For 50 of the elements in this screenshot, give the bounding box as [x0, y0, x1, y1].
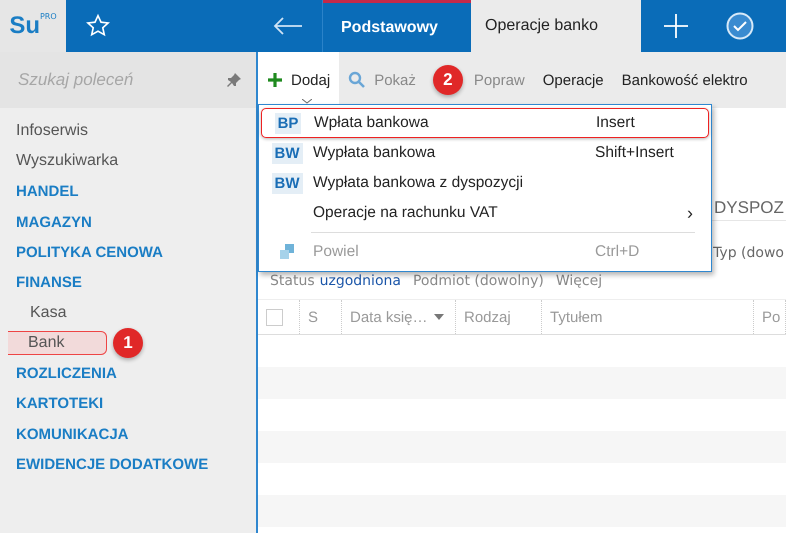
filter-link[interactable]: Więcej: [556, 273, 602, 289]
column-header[interactable]: Data księ…: [342, 300, 456, 334]
sidebar-item[interactable]: Infoserwis: [0, 120, 104, 142]
plus-icon: [267, 72, 283, 88]
document-type-icon: BW: [272, 142, 302, 164]
tab[interactable]: Operacje banko: [471, 0, 641, 52]
tab-label[interactable]: DYSPOZ: [714, 198, 786, 220]
toolbar-button[interactable]: Bankowość elektro: [612, 52, 757, 108]
sidebar-item[interactable]: MAGAZYN: [0, 212, 108, 233]
filter-link[interactable]: Podmiot (dowolny): [412, 273, 544, 289]
sidebar-item[interactable]: ROZLICZENIA: [0, 363, 133, 384]
sidebar-item[interactable]: Kasa: [0, 302, 82, 324]
document-type-icon: BP: [274, 112, 302, 134]
select-all-checkbox[interactable]: [266, 308, 283, 326]
menu-item[interactable]: Operacje na rachunku VAT ›: [261, 198, 709, 228]
step-badge: 2: [432, 65, 463, 95]
toolbar-button[interactable]: Popraw: [464, 52, 534, 108]
sidebar-item[interactable]: HANDEL: [0, 181, 94, 202]
filter-link[interactable]: Status uzgodniona: [270, 273, 401, 289]
check-circle-icon[interactable]: [725, 11, 755, 41]
menu-item[interactable]: BP Wpłata bankowa Insert: [261, 108, 709, 138]
search-icon: [348, 71, 366, 89]
step-badge: 1: [113, 328, 143, 358]
sidebar-item[interactable]: POLITYKA CENOWA: [0, 242, 179, 263]
chevron-icon: [302, 99, 312, 104]
column-header[interactable]: Tytułem: [542, 300, 754, 334]
sidebar-item[interactable]: FINANSE: [0, 272, 98, 294]
plus-icon[interactable]: [663, 13, 689, 39]
column-header[interactable]: Po: [754, 300, 786, 334]
sidebar-item[interactable]: KARTOTEKI: [0, 393, 120, 414]
search-field[interactable]: Szukaj poleceń: [0, 52, 256, 108]
column-header[interactable]: S: [300, 300, 342, 334]
menu-item[interactable]: BW Wypłata bankowa z dyspozycji: [261, 168, 709, 198]
star-icon[interactable]: [85, 13, 111, 39]
column-header[interactable]: Rodzaj: [456, 300, 542, 334]
sort-icon: [434, 314, 444, 320]
toolbar-button[interactable]: Operacje: [534, 52, 613, 108]
menu-item[interactable]: Powiel Ctrl+D: [261, 237, 709, 267]
search-input[interactable]: Szukaj poleceń: [16, 69, 210, 91]
sidebar-item[interactable]: Bank: [8, 331, 107, 356]
sidebar-item[interactable]: KOMUNIKACJA: [0, 424, 144, 445]
back-arrow-icon[interactable]: [272, 16, 304, 36]
sidebar-item[interactable]: Wyszukiwarka: [0, 150, 134, 172]
toolbar-button[interactable]: Pokaż: [339, 52, 425, 108]
document-type-icon: BW: [272, 172, 302, 194]
menu-item[interactable]: BW Wypłata bankowa Shift+Insert: [261, 138, 709, 168]
copy-icon: [278, 243, 296, 261]
pin-icon[interactable]: [226, 72, 242, 88]
filter-link[interactable]: Typ (dowo: [713, 245, 784, 261]
sidebar-item[interactable]: EWIDENCJE DODATKOWE: [0, 454, 224, 475]
